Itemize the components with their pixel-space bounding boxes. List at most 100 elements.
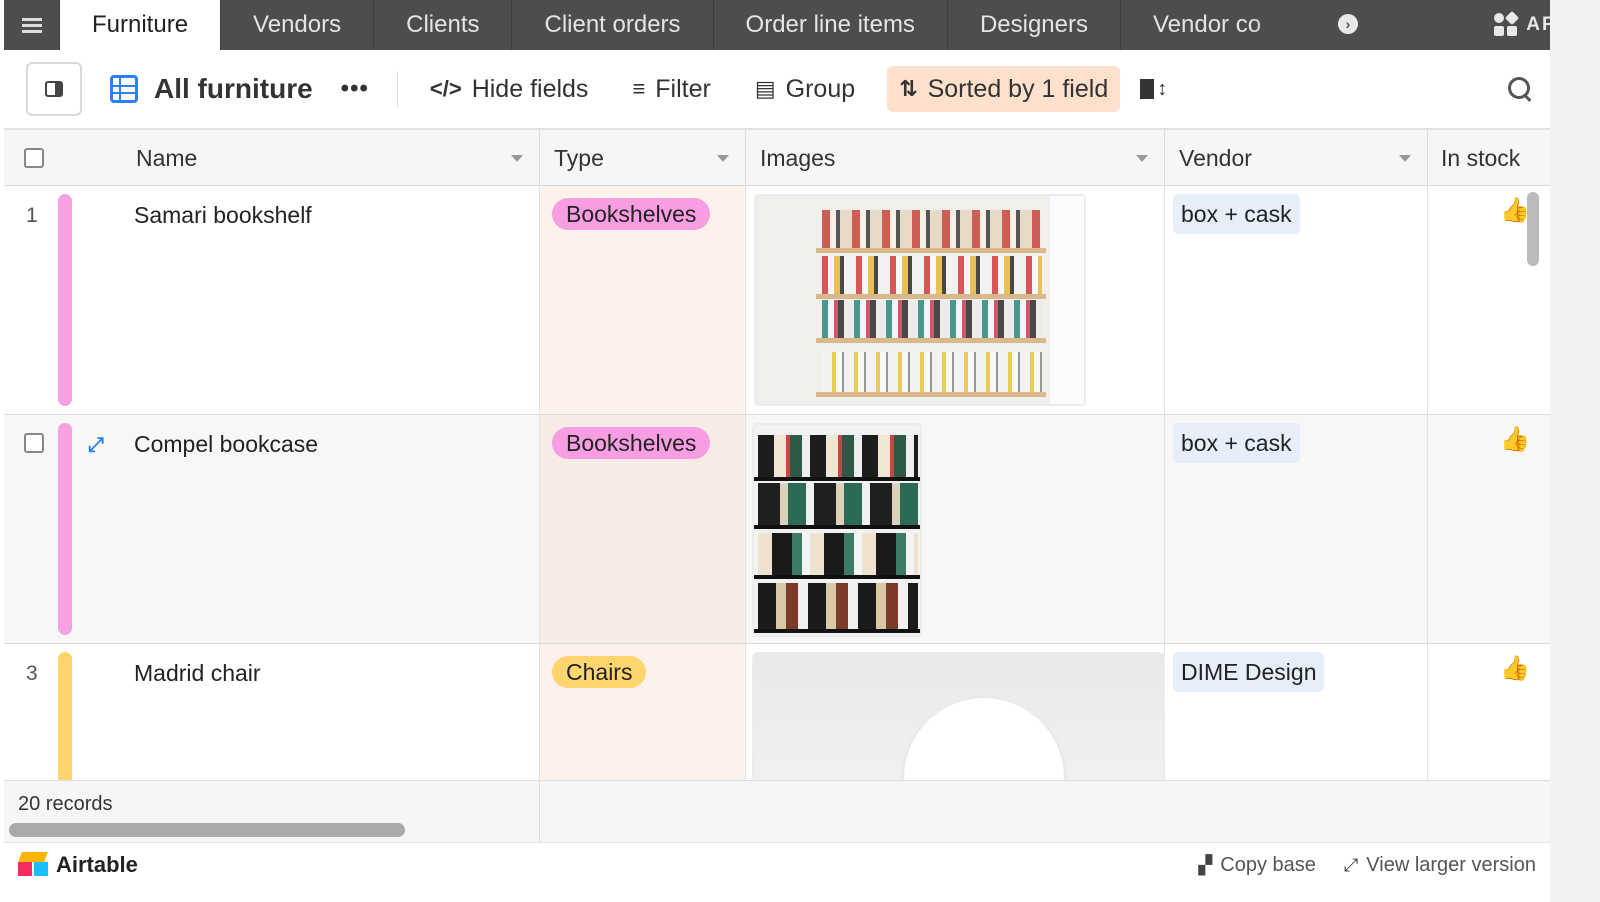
apps-icon — [1494, 10, 1520, 37]
table-row[interactable]: 1 Samari bookshelf Bookshelves box + cas… — [4, 186, 1550, 415]
thumbs-up-icon: 👍 — [1500, 426, 1530, 453]
column-header-type[interactable]: Type — [540, 130, 746, 186]
images-cell[interactable] — [746, 415, 1165, 643]
tab-vendor-contacts[interactable]: Vendor co — [1121, 0, 1311, 50]
type-pill: Chairs — [552, 656, 647, 688]
type-cell[interactable]: Bookshelves — [540, 415, 746, 643]
chair-image[interactable] — [752, 652, 1165, 780]
search-icon[interactable] — [1508, 77, 1532, 101]
view-larger-link[interactable]: ⤢ View larger version — [1344, 854, 1536, 877]
table-row[interactable]: Compel bookcase Bookshelves box + cask 👍 — [4, 415, 1550, 644]
menu-button[interactable] — [4, 0, 60, 50]
record-count: 20 records — [18, 793, 113, 815]
tab-order-line-items[interactable]: Order line items — [714, 0, 948, 50]
column-label: Images — [760, 144, 836, 171]
hide-fields-icon: </> — [429, 76, 462, 101]
view-menu-button[interactable]: ••• — [341, 75, 369, 103]
view-switcher[interactable]: All furniture — [110, 73, 313, 105]
embed-footer: Airtable ▞ Copy base ⤢ View larger version — [4, 842, 1550, 886]
type-cell[interactable]: Bookshelves — [540, 186, 746, 414]
group-button[interactable]: ▤ Group — [743, 66, 867, 112]
tab-clients[interactable]: Clients — [374, 0, 513, 50]
sort-icon: ⇅ — [899, 76, 918, 101]
in-stock-cell[interactable]: 👍 — [1428, 644, 1550, 780]
table-tab-bar: Furniture Vendors Clients Client orders … — [4, 0, 1550, 50]
in-stock-cell[interactable]: 👍 — [1428, 415, 1550, 643]
view-name: All furniture — [154, 73, 313, 104]
column-label: Vendor — [1179, 144, 1252, 171]
column-header-name[interactable]: Name — [4, 130, 540, 186]
row-number: 1 — [26, 204, 38, 227]
grid-header: Name Type Images Vendor In stock — [4, 130, 1550, 186]
name-cell[interactable]: 1 Samari bookshelf — [4, 186, 540, 414]
tab-vendors[interactable]: Vendors — [221, 0, 375, 50]
toolbar-divider — [396, 71, 398, 107]
view-toolbar: All furniture ••• </> Hide fields ≡ Filt… — [4, 50, 1550, 130]
thumbs-up-icon: 👍 — [1500, 197, 1530, 224]
bookcase-image[interactable] — [752, 423, 922, 637]
row-color-bar — [58, 652, 72, 780]
column-header-vendor[interactable]: Vendor — [1165, 130, 1428, 186]
row-checkbox[interactable] — [24, 433, 44, 453]
page-edge — [1550, 0, 1600, 902]
row-color-bar — [58, 194, 72, 406]
column-label: Type — [554, 144, 604, 171]
airtable-logo[interactable]: Airtable — [18, 851, 138, 878]
vendor-chip: box + cask — [1173, 194, 1300, 234]
footer-links: ▞ Copy base ⤢ View larger version — [1198, 843, 1536, 887]
hamburger-icon — [21, 23, 42, 27]
sort-label: Sorted by 1 field — [927, 74, 1109, 103]
vendor-chip: DIME Design — [1173, 652, 1325, 692]
vertical-scrollbar[interactable] — [1527, 192, 1539, 266]
column-label: Name — [136, 144, 198, 171]
images-cell[interactable] — [746, 186, 1165, 414]
hide-fields-button[interactable]: </> Hide fields — [418, 66, 601, 112]
tab-label: Vendor co — [1152, 11, 1262, 38]
record-name: Compel bookcase — [134, 431, 319, 457]
grid-view-icon — [110, 75, 138, 103]
filter-button[interactable]: ≡ Filter — [620, 66, 722, 112]
expand-record-icon[interactable] — [88, 435, 108, 455]
thumbs-up-icon: 👍 — [1500, 655, 1530, 682]
sidebar-toggle-button[interactable] — [26, 62, 82, 116]
tabs-scroll-right-icon[interactable]: › — [1338, 14, 1358, 34]
brand-name: Airtable — [56, 851, 138, 877]
row-height-icon[interactable]: ↕ — [1140, 77, 1167, 101]
tab-client-orders[interactable]: Client orders — [512, 0, 714, 50]
chevron-down-icon[interactable] — [1136, 155, 1148, 162]
summary-bar: 20 records — [4, 780, 1550, 843]
copy-icon: ▞ — [1198, 854, 1213, 875]
copy-base-link[interactable]: ▞ Copy base — [1198, 854, 1315, 877]
copy-base-label: Copy base — [1220, 853, 1316, 876]
vendor-cell[interactable]: DIME Design — [1165, 644, 1428, 780]
horizontal-scrollbar[interactable] — [9, 823, 405, 837]
name-cell[interactable]: Compel bookcase — [4, 415, 540, 643]
airtable-logo-icon — [18, 851, 50, 878]
view-larger-label: View larger version — [1366, 853, 1536, 876]
sort-button[interactable]: ⇅ Sorted by 1 field — [887, 66, 1121, 112]
bookshelf-image[interactable] — [754, 194, 1086, 406]
chevron-down-icon[interactable] — [511, 155, 523, 162]
vendor-cell[interactable]: box + cask — [1165, 186, 1428, 414]
images-cell[interactable] — [746, 644, 1165, 780]
vendor-cell[interactable]: box + cask — [1165, 415, 1428, 643]
chevron-down-icon[interactable] — [1399, 155, 1411, 162]
record-name: Madrid chair — [134, 660, 261, 686]
select-all-checkbox[interactable] — [24, 148, 44, 168]
tab-furniture[interactable]: Furniture — [60, 0, 222, 50]
table-row[interactable]: 3 Madrid chair Chairs DIME Design 👍 — [4, 644, 1550, 780]
record-name: Samari bookshelf — [134, 202, 312, 228]
chevron-down-icon[interactable] — [717, 155, 729, 162]
column-header-images[interactable]: Images — [746, 130, 1165, 186]
tab-designers[interactable]: Designers — [948, 0, 1121, 50]
group-label: Group — [785, 74, 856, 103]
hide-fields-label: Hide fields — [471, 74, 589, 103]
row-color-bar — [58, 423, 72, 635]
column-header-in-stock[interactable]: In stock — [1428, 130, 1550, 186]
records-grid: Name Type Images Vendor In stock 1 Samar… — [4, 130, 1550, 780]
name-cell[interactable]: 3 Madrid chair — [4, 644, 540, 780]
expand-icon: ⤢ — [1343, 854, 1359, 875]
type-cell[interactable]: Chairs — [540, 644, 746, 780]
summary-left: 20 records — [4, 781, 540, 843]
type-pill: Bookshelves — [552, 427, 711, 459]
